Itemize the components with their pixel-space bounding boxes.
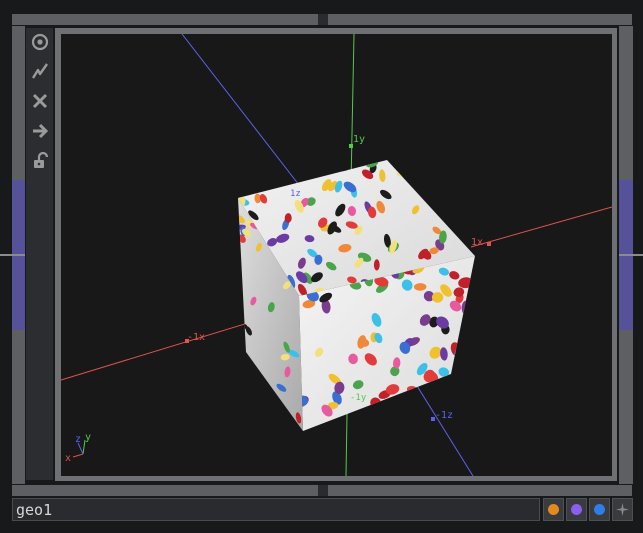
purple-flag-dot — [571, 504, 582, 515]
bottom-left-edge-bar — [12, 485, 318, 496]
jellybean — [334, 424, 347, 431]
jellybean — [460, 342, 471, 355]
bypass-toggle-button[interactable] — [26, 87, 53, 115]
top-center-notch — [318, 14, 328, 25]
bypass-icon — [32, 93, 47, 109]
jellybean — [432, 397, 446, 408]
neg-x-axis-label: -1x — [187, 332, 205, 343]
pin-icon — [616, 503, 629, 516]
active-icon — [31, 63, 48, 79]
lock-toggle-button[interactable] — [26, 147, 53, 175]
left-connector-wire — [0, 254, 25, 256]
jellybean — [373, 259, 380, 271]
z-axis-back — [181, 34, 307, 195]
pin-flag-button[interactable] — [612, 498, 633, 521]
display-icon — [32, 123, 48, 139]
jellybean — [257, 179, 265, 191]
jellybean — [409, 403, 420, 414]
right-connector-wire — [619, 254, 643, 256]
jellybean — [350, 160, 360, 167]
jellybean — [463, 327, 475, 338]
jellybean — [457, 208, 465, 222]
y-axis-down — [345, 413, 348, 476]
x-axis-negative — [61, 315, 272, 381]
neg-y-axis-label: -1y — [350, 393, 367, 403]
viewer-icon — [31, 33, 48, 51]
jellybean — [271, 404, 283, 414]
node-toolbar — [26, 28, 53, 480]
neg-z-axis-label: -1z — [435, 410, 453, 421]
x-axis-positive — [470, 206, 612, 248]
lock-icon — [33, 152, 48, 168]
orange-flag-button[interactable] — [543, 498, 564, 521]
orange-flag-dot — [548, 504, 559, 515]
svg-text:z: z — [75, 434, 81, 445]
display-toggle-button[interactable] — [26, 117, 53, 145]
y-axis-up — [350, 34, 355, 185]
jellybean — [402, 416, 412, 428]
jellybean — [419, 163, 430, 173]
svg-text:y: y — [85, 432, 91, 443]
viewer-toggle-button[interactable] — [26, 28, 53, 56]
jellybean — [246, 399, 255, 409]
svg-text:x: x — [65, 453, 71, 464]
jellybean — [464, 387, 475, 399]
y-axis-label: 1y — [353, 134, 365, 145]
jellybean — [400, 161, 414, 172]
node-name-field[interactable]: geo1 — [12, 498, 540, 521]
z-axis-label: 1z — [290, 189, 301, 199]
3d-viewport[interactable]: 1y 1x -1x -1z 1z -1y x y z — [61, 34, 612, 476]
blue-flag-button[interactable] — [589, 498, 610, 521]
jellybean — [415, 411, 423, 424]
viewport-scene: 1y 1x -1x -1z 1z -1y x y z — [61, 34, 612, 476]
bottom-center-notch — [318, 485, 328, 496]
jellybean — [421, 168, 429, 181]
jellybean — [369, 412, 380, 423]
axis-orientation-gizmo: x y z — [65, 432, 91, 464]
x-axis-label: 1x — [471, 237, 483, 248]
jellybean — [453, 166, 466, 175]
purple-flag-button[interactable] — [566, 498, 587, 521]
x-axis-marker — [487, 242, 491, 246]
top-left-edge-bar — [12, 14, 318, 25]
jellybean — [325, 162, 338, 172]
node-name-text: geo1 — [16, 501, 53, 519]
bottom-right-edge-bar — [328, 485, 632, 496]
top-right-edge-bar — [328, 14, 632, 25]
blue-flag-dot — [594, 504, 605, 515]
jellybean — [457, 417, 467, 431]
active-toggle-button[interactable] — [26, 57, 53, 85]
